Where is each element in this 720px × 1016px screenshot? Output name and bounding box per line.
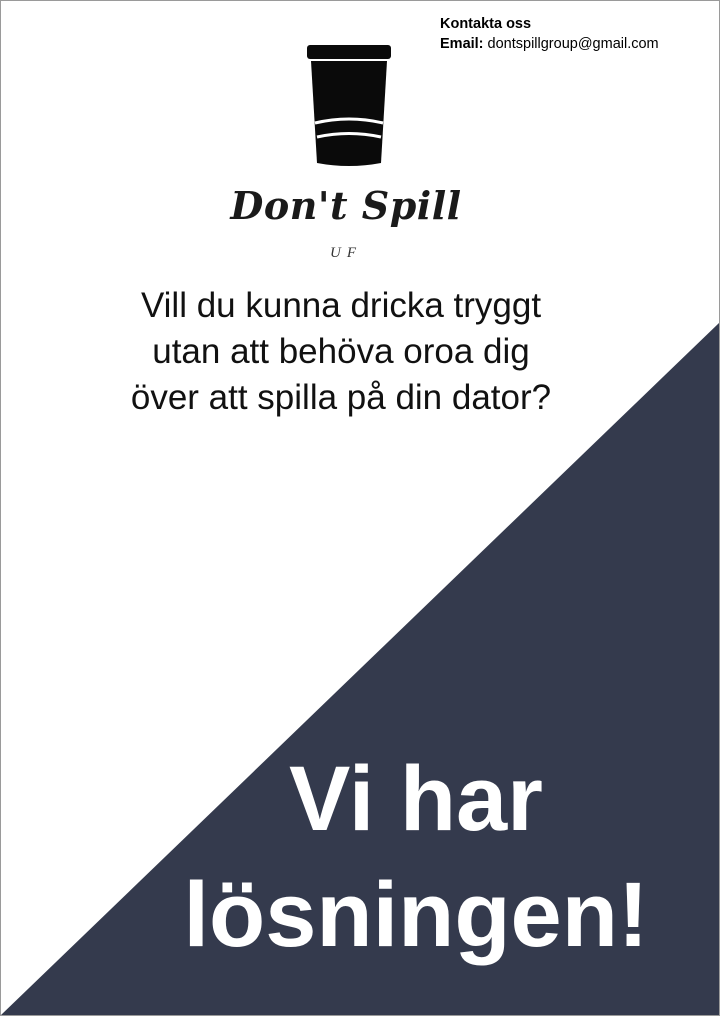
question-line-2: utan att behöva oroa dig (152, 332, 530, 371)
brand-suffix: UF (330, 245, 362, 261)
email-address: dontspillgroup@gmail.com (487, 36, 659, 52)
email-label: Email: (440, 36, 484, 52)
contact-email-line: Email: dontspillgroup@gmail.com (440, 34, 659, 54)
question-line-1: Vill du kunna dricka tryggt (140, 286, 542, 325)
contact-block: Kontakta oss Email: dontspillgroup@gmail… (440, 14, 659, 54)
headline-line-1: Vi har (289, 748, 543, 850)
flyer-page: Kontakta oss Email: dontspillgroup@gmail… (0, 0, 720, 1016)
brand-name: Don't Spill (230, 183, 462, 228)
cup-icon (307, 45, 391, 166)
headline-line-2: lösningen! (183, 864, 649, 966)
question-text: Vill du kunna dricka tryggt utan att beh… (61, 283, 621, 421)
headline: Vi har lösningen! (161, 741, 671, 973)
contact-heading: Kontakta oss (440, 16, 532, 32)
question-line-3: över att spilla på din dator? (130, 378, 552, 417)
